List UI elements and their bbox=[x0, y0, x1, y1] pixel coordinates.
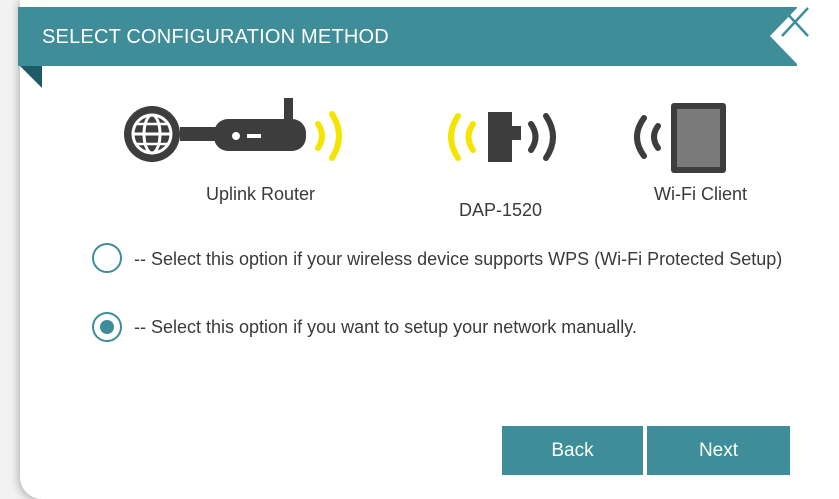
tablet-icon bbox=[671, 103, 726, 173]
manual-radio[interactable] bbox=[92, 312, 122, 342]
extender-right-signal-icon bbox=[528, 113, 556, 161]
manual-option-label: -- Select this option if you want to set… bbox=[134, 317, 637, 337]
wps-option[interactable]: -- Select this option if your wireless d… bbox=[92, 243, 792, 299]
page: SELECT CONFIGURATION METHOD Uplink Route… bbox=[0, 0, 839, 499]
client-signal-icon bbox=[634, 115, 661, 159]
radio-selected-dot bbox=[100, 320, 114, 334]
cable-connector bbox=[180, 127, 216, 141]
router-icon bbox=[214, 98, 306, 151]
wps-radio[interactable] bbox=[92, 243, 122, 273]
extender-icon bbox=[488, 112, 521, 162]
uplink-router-label: Uplink Router bbox=[206, 184, 316, 204]
back-button[interactable]: Back bbox=[502, 426, 643, 475]
wifi-client-label: Wi-Fi Client bbox=[654, 184, 747, 204]
next-button[interactable]: Next bbox=[647, 426, 790, 475]
device-diagram: Uplink Router DAP-1520 Wi-Fi Client bbox=[0, 0, 839, 230]
manual-option[interactable]: -- Select this option if you want to set… bbox=[92, 312, 792, 344]
globe-icon bbox=[124, 106, 180, 162]
router-signal-icon bbox=[315, 111, 342, 161]
extender-label: DAP-1520 bbox=[459, 200, 543, 220]
wps-option-label: -- Select this option if your wireless d… bbox=[134, 249, 783, 269]
extender-left-signal-icon bbox=[448, 113, 476, 161]
